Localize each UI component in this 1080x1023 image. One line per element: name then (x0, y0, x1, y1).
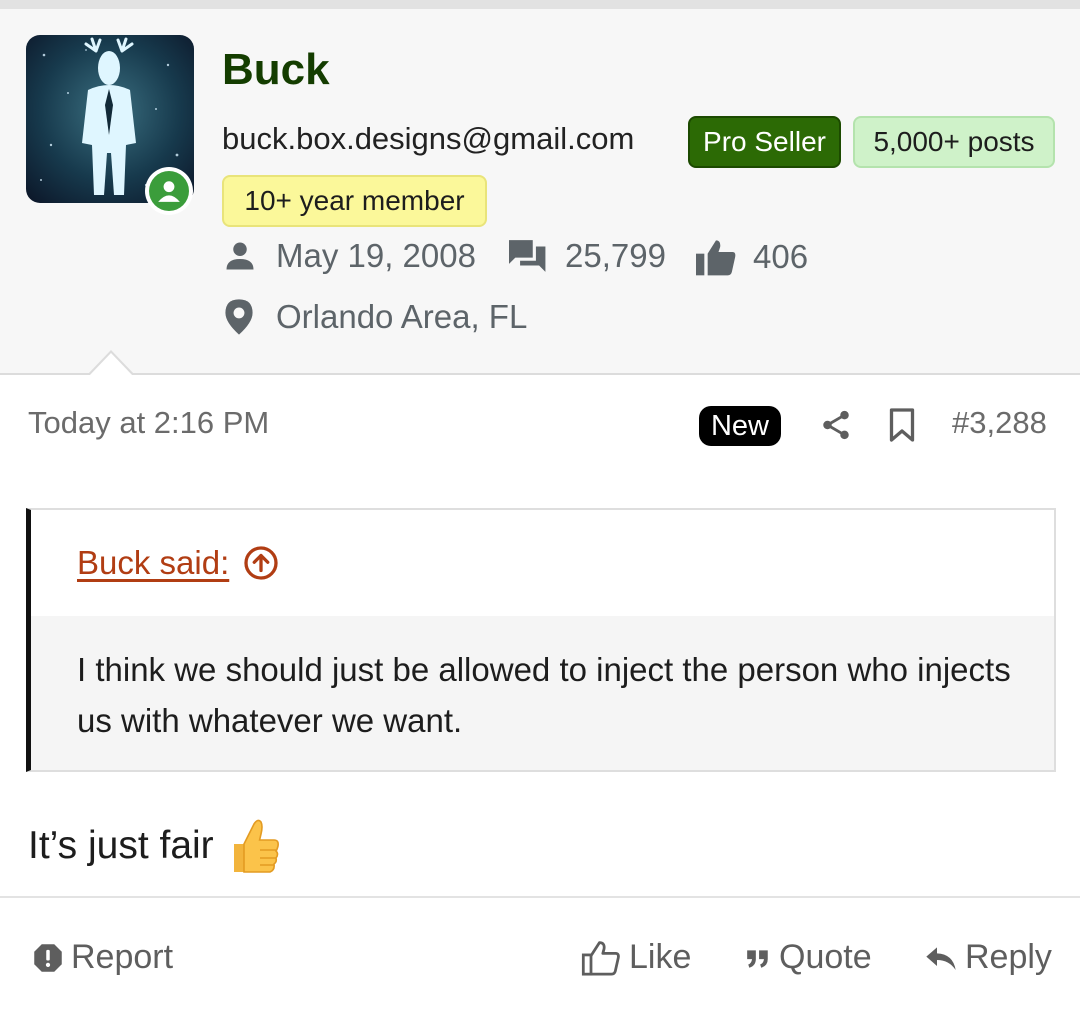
like-icon (581, 940, 620, 976)
messages-icon (509, 240, 546, 272)
post-count-badge: 5,000+ posts (853, 116, 1055, 168)
joined-date-value: May 19, 2008 (276, 237, 476, 274)
location: Orlando Area, FL (222, 298, 527, 336)
report-label[interactable]: Report (71, 938, 173, 977)
reply-icon (926, 946, 956, 970)
post-timestamp[interactable]: Today at 2:16 PM (28, 405, 269, 441)
post-body-text: It’s just fair (28, 824, 214, 867)
quote-icon (747, 949, 768, 968)
new-post-badge: New (699, 406, 781, 446)
bookmark-icon[interactable] (887, 407, 917, 448)
location-value: Orlando Area, FL (276, 298, 528, 335)
quote-button[interactable]: Quote (745, 938, 872, 977)
post-footer-divider (0, 896, 1080, 898)
message-count-value: 25,799 (565, 237, 666, 274)
report-button[interactable]: Report (33, 938, 173, 977)
reply-label[interactable]: Reply (965, 938, 1052, 977)
online-status-indicator (145, 167, 193, 215)
reaction-score-value: 406 (753, 238, 809, 275)
share-icon[interactable] (819, 407, 853, 448)
thumbs-up-emoji (233, 819, 279, 873)
top-border (0, 0, 1080, 9)
quote-label[interactable]: Quote (779, 938, 872, 977)
alert-icon (34, 943, 62, 972)
post-number-link[interactable]: #3,288 (952, 405, 1047, 441)
message-count: 25,799 (507, 237, 666, 275)
user-icon (158, 181, 180, 202)
arrow-up-circle-icon[interactable] (243, 545, 279, 581)
user-title: buck.box.designs@gmail.com (222, 121, 635, 156)
location-pin-icon (225, 299, 253, 335)
user-profile-header: Buck buck.box.designs@gmail.com Pro Sell… (0, 9, 1080, 375)
thumbs-up-icon (696, 240, 736, 276)
like-label[interactable]: Like (629, 938, 691, 977)
username[interactable]: Buck (222, 45, 330, 95)
quote-block: Buck said: I think we should just be all… (26, 508, 1056, 772)
quote-author-link[interactable]: Buck said: (77, 544, 279, 582)
user-icon (226, 242, 254, 270)
like-button[interactable]: Like (581, 938, 691, 977)
quote-text: I think we should just be allowed to inj… (77, 651, 1011, 739)
reaction-score: 406 (693, 237, 808, 277)
joined-date: May 19, 2008 (222, 237, 476, 275)
post-body: It’s just fair (28, 816, 280, 876)
quote-author-label[interactable]: Buck said: (77, 544, 229, 582)
membership-badge: 10+ year member (222, 175, 487, 227)
reply-button[interactable]: Reply (925, 938, 1052, 977)
pro-seller-badge: Pro Seller (688, 116, 841, 168)
